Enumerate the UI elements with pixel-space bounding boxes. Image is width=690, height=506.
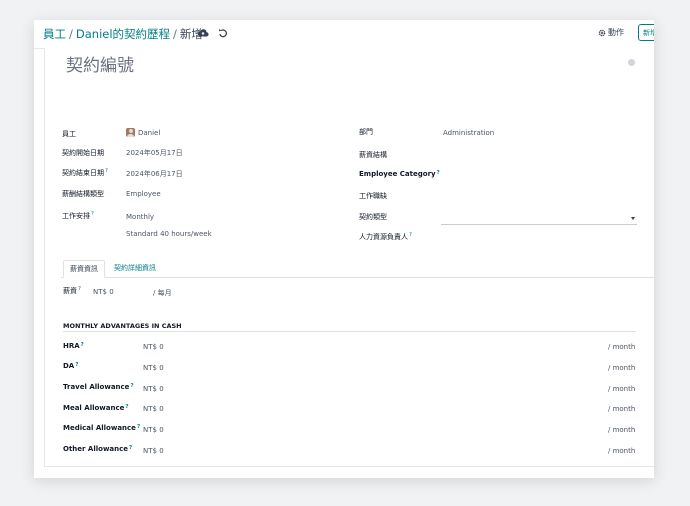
- gear-icon: [598, 29, 606, 36]
- contract-start-label: 契約開始日期: [62, 149, 104, 157]
- salary-structure-label: 薪資結構: [359, 151, 387, 159]
- da-period: / month: [608, 364, 636, 372]
- medical-allowance-period: / month: [608, 426, 636, 434]
- travel-allowance-label: Travel Allowance?: [63, 383, 134, 391]
- new-button[interactable]: 新增: [638, 24, 654, 41]
- travel-allowance-period: / month: [608, 385, 636, 393]
- hra-field[interactable]: NT$ 0: [143, 343, 164, 351]
- medical-allowance-label: Medical Allowance?: [63, 424, 141, 432]
- hra-period: / month: [608, 343, 636, 351]
- breadcrumb-separator: /: [173, 27, 177, 41]
- meal-allowance-field[interactable]: NT$ 0: [143, 405, 164, 413]
- help-tooltip-icon[interactable]: ?: [75, 362, 78, 368]
- hr-responsible-label: 人力資源負責人?: [359, 232, 412, 241]
- employee-avatar: [126, 128, 135, 137]
- working-schedule-detail: Standard 40 hours/week: [126, 230, 212, 238]
- help-tooltip-icon[interactable]: ?: [91, 211, 94, 217]
- status-indicator[interactable]: [628, 59, 635, 66]
- contract-type-select[interactable]: [441, 224, 637, 225]
- contract-reference-input[interactable]: 契約編號: [66, 51, 134, 76]
- control-panel: 員工/Daniel的契約歷程/新增 動作 新增: [34, 20, 654, 49]
- contract-end-label: 契約結束日期?: [62, 168, 108, 177]
- breadcrumb: 員工 / Daniel的契約歷程 / 新增: [43, 26, 203, 42]
- breadcrumb-contract-history-link[interactable]: Daniel的契約歷程: [76, 27, 170, 41]
- meal-allowance-period: / month: [608, 405, 636, 413]
- undo-icon[interactable]: [217, 27, 229, 39]
- notebook-tabs: 薪資資訊 契約詳細資訊: [61, 260, 654, 278]
- wage-label: 薪資?: [63, 286, 81, 295]
- chevron-down-icon[interactable]: [631, 217, 635, 220]
- breadcrumb-separator: /: [69, 27, 73, 41]
- other-allowance-label: Other Allowance?: [63, 445, 133, 453]
- action-menu-label: 動作: [608, 28, 624, 37]
- salary-structure-type-field[interactable]: Employee: [126, 190, 161, 198]
- contract-type-label: 契約類型: [359, 213, 387, 221]
- wage-field[interactable]: NT$ 0: [93, 288, 114, 296]
- medical-allowance-field[interactable]: NT$ 0: [143, 426, 164, 434]
- cloud-upload-icon[interactable]: [197, 27, 209, 39]
- help-tooltip-icon[interactable]: ?: [78, 286, 81, 292]
- other-allowance-period: / month: [608, 447, 636, 455]
- department-field[interactable]: Administration: [443, 129, 494, 137]
- employee-label: 員工: [62, 130, 76, 138]
- other-allowance-field[interactable]: NT$ 0: [143, 447, 164, 455]
- action-menu-button[interactable]: 動作: [598, 27, 624, 38]
- employee-category-label: Employee Category?: [359, 170, 440, 178]
- working-schedule-label: 工作安排?: [62, 211, 94, 220]
- help-tooltip-icon[interactable]: ?: [129, 445, 132, 451]
- group-divider: [63, 331, 636, 332]
- working-schedule-field[interactable]: Monthly: [126, 213, 154, 221]
- job-position-label: 工作職缺: [359, 192, 387, 200]
- form-sheet: 契約編號 員工 Daniel 契約開始日期 2024年05月17日 契約結束日期…: [44, 48, 654, 467]
- help-tooltip-icon[interactable]: ?: [137, 424, 140, 430]
- meal-allowance-label: Meal Allowance?: [63, 404, 129, 412]
- salary-structure-type-label: 薪酬結構類型: [62, 190, 104, 198]
- monthly-advantages-title: MONTHLY ADVANTAGES IN CASH: [63, 322, 182, 330]
- help-tooltip-icon[interactable]: ?: [81, 342, 84, 348]
- hra-label: HRA?: [63, 342, 84, 350]
- help-tooltip-icon[interactable]: ?: [437, 170, 440, 176]
- wage-period: / 每月: [153, 289, 172, 297]
- department-label: 部門: [359, 128, 373, 136]
- employee-field[interactable]: Daniel: [138, 129, 160, 137]
- da-field[interactable]: NT$ 0: [143, 364, 164, 372]
- help-tooltip-icon[interactable]: ?: [125, 404, 128, 410]
- tab-contract-details[interactable]: 契約詳細資訊: [108, 260, 162, 277]
- travel-allowance-field[interactable]: NT$ 0: [143, 385, 164, 393]
- help-tooltip-icon[interactable]: ?: [130, 383, 133, 389]
- da-label: DA?: [63, 362, 79, 370]
- help-tooltip-icon[interactable]: ?: [105, 168, 108, 174]
- contract-end-field[interactable]: 2024年06月17日: [126, 169, 183, 179]
- form-window: 員工/Daniel的契約歷程/新增 動作 新增 契約編號 員工 Daniel 契…: [34, 20, 654, 478]
- help-tooltip-icon[interactable]: ?: [409, 232, 412, 238]
- contract-start-field[interactable]: 2024年05月17日: [126, 148, 183, 158]
- tab-salary-information[interactable]: 薪資資訊: [63, 260, 105, 278]
- breadcrumb-employees-link[interactable]: 員工: [43, 27, 66, 41]
